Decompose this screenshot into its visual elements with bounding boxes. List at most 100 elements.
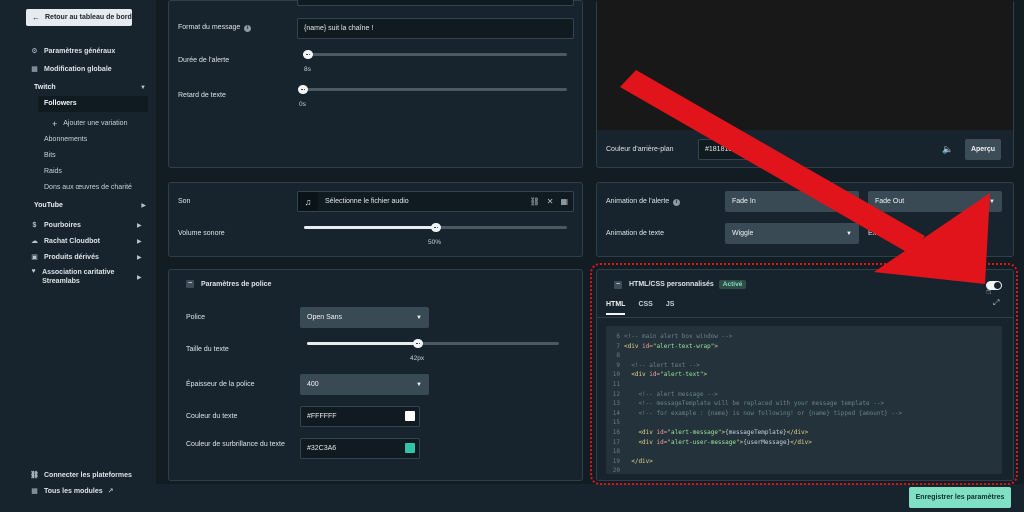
highlight-color-swatch[interactable] [405, 443, 415, 453]
editor-page: ← Retour au tableau de bord ⚙ Paramètres… [0, 0, 1024, 512]
delay-knob[interactable] [298, 85, 308, 94]
chevron-right-icon: ▶ [141, 203, 146, 209]
font-weight-select[interactable]: 400 ▼ [300, 374, 429, 395]
font-select-value: Open Sans [307, 314, 343, 321]
alert-in-value: Fade In [732, 198, 756, 205]
preview-button[interactable]: Aperçu [965, 139, 1001, 160]
text-color-input[interactable]: #FFFFFF [300, 406, 420, 427]
sidebar-item-followers[interactable]: Followers [44, 97, 77, 110]
sidebar-group-youtube[interactable]: YouTube ▶ [34, 199, 146, 212]
caret-down-icon: ▼ [416, 314, 422, 321]
all-modules-link[interactable]: ▦ Tous les modules ↗ [30, 484, 113, 498]
font-select[interactable]: Open Sans ▼ [300, 307, 429, 328]
external-link-icon: ↗ [107, 488, 114, 495]
message-format-input[interactable]: {name} suit la chaîne ! [297, 18, 574, 39]
cloud-icon: ☁ [31, 238, 38, 245]
sidebar-item-label: Modification globale [44, 65, 112, 73]
font-size-value: 42px [410, 355, 425, 362]
text-animation-value: Wiggle [732, 230, 754, 237]
sidebar-item-raids[interactable]: Raids [44, 165, 62, 178]
sidebar-group-label: YouTube [34, 202, 63, 209]
sidebar-group-merch[interactable]: ▣ Produits dérivés [30, 250, 99, 264]
bg-color-value: #181818 [705, 146, 733, 153]
sidebar-group-charity[interactable]: ♥ Association caritative Streamlabs [30, 268, 130, 288]
duration-slider[interactable] [303, 50, 567, 59]
alert-animation-label: Animation de l'alerte i [606, 198, 681, 206]
dollar-icon: $ [32, 221, 37, 229]
grid-icon: ▦ [31, 66, 38, 73]
volume-icon[interactable]: 🔈 [942, 144, 953, 155]
caret-down-icon: ▼ [846, 230, 852, 237]
add-variation-button[interactable]: + Ajouter une variation [52, 117, 127, 130]
footer-link-label: Tous les modules [44, 487, 103, 495]
sidebar-item-subscriptions[interactable]: Abonnements [44, 133, 87, 146]
link-icon: ⛓ [30, 472, 39, 479]
text-animation-label: Animation de texte [606, 230, 664, 237]
text-animation-select[interactable]: Wiggle ▼ [725, 223, 859, 244]
sidebar-group-tips[interactable]: $ Pourboires [30, 218, 146, 232]
save-settings-button[interactable]: Enregistrer les paramètres [909, 487, 1011, 508]
annotation-highlight-box [590, 263, 1018, 485]
sidebar-group-twitch[interactable]: Twitch ▼ [34, 81, 146, 94]
alert-out-select[interactable]: Fade Out ▼ [868, 191, 1002, 212]
partial-input[interactable] [297, 0, 574, 6]
collapse-icon[interactable]: − [186, 280, 194, 288]
close-icon[interactable]: ✕ [547, 197, 554, 206]
grid-icon[interactable]: ▦ [560, 197, 568, 206]
cursor-hand-icon: ☝ [986, 286, 992, 296]
chevron-down-icon: ▼ [140, 84, 146, 91]
back-label: Retour au tableau de bord [45, 14, 132, 21]
connect-platforms-link[interactable]: ⛓ Connecter les plateformes [30, 468, 132, 482]
sidebar-item-bits[interactable]: Bits [44, 149, 56, 162]
add-variation-label: Ajouter une variation [63, 120, 128, 127]
volume-slider[interactable] [304, 223, 567, 232]
duration-knob[interactable] [303, 50, 313, 59]
delay-slider[interactable] [298, 85, 567, 94]
font-size-knob[interactable] [413, 339, 423, 348]
bottom-bar [156, 484, 1024, 512]
delay-value: 0s [299, 101, 306, 108]
weight-label: Épaisseur de la police [186, 381, 255, 388]
volume-fill [304, 226, 436, 229]
plus-icon: + [52, 118, 58, 129]
text-color-label: Couleur du texte [186, 413, 238, 420]
sidebar-group-label: Twitch [34, 84, 56, 91]
text-color-swatch[interactable] [405, 411, 415, 421]
font-weight-value: 400 [307, 381, 319, 388]
format-label: Format du message i [178, 24, 252, 32]
font-section-header[interactable]: − Paramètres de police [186, 280, 271, 288]
music-note-icon: ♫ [298, 192, 318, 211]
volume-value: 50% [428, 239, 442, 246]
delay-label: Retard de texte [178, 92, 226, 99]
link-icon[interactable]: ⛓ [530, 197, 540, 206]
preview-canvas [597, 0, 1013, 130]
bg-color-input[interactable]: #181818 [698, 139, 756, 160]
modules-icon: ▦ [31, 488, 38, 495]
sound-label: Son [178, 198, 191, 205]
volume-label: Volume sonore [178, 230, 225, 237]
alert-in-select[interactable]: Fade In [725, 191, 859, 212]
heart-icon: ♥ [31, 268, 36, 275]
font-size-slider[interactable] [307, 339, 559, 348]
highlight-color-value: #32C3A6 [307, 445, 337, 452]
sidebar-group-label: Produits dérivés [44, 253, 99, 261]
sidebar-item-charity[interactable]: Dons aux œuvres de charité [44, 181, 132, 194]
sidebar-group-label: Association caritative Streamlabs [42, 269, 115, 285]
highlight-color-label: Couleur de surbrillance du texte [186, 441, 285, 448]
sidebar-item-global-edit[interactable]: ▦ Modification globale [30, 62, 112, 76]
back-to-dashboard-button[interactable]: ← Retour au tableau de bord [26, 9, 132, 26]
highlight-color-input[interactable]: #32C3A6 [300, 438, 420, 459]
chevron-right-icon: ▶ [137, 239, 142, 245]
font-size-fill [307, 342, 418, 345]
audio-file-picker[interactable]: ♫ Sélectionne le fichier audio ⛓ ✕ ▦ [297, 191, 574, 212]
text-animation-extra: Ex [868, 230, 877, 237]
sidebar-group-cloudbot[interactable]: ☁ Rachat Cloudbot [30, 234, 100, 248]
caret-down-icon: ▼ [416, 381, 422, 388]
sidebar-item-label: Paramètres généraux [44, 47, 116, 55]
sidebar-item-general-settings[interactable]: ⚙ Paramètres généraux [30, 44, 115, 58]
shirt-icon: ▣ [31, 254, 38, 261]
text-color-value: #FFFFFF [307, 413, 337, 420]
volume-knob[interactable] [431, 223, 441, 232]
duration-label: Durée de l'alerte [178, 57, 230, 64]
sidebar-group-label: Rachat Cloudbot [44, 237, 100, 245]
